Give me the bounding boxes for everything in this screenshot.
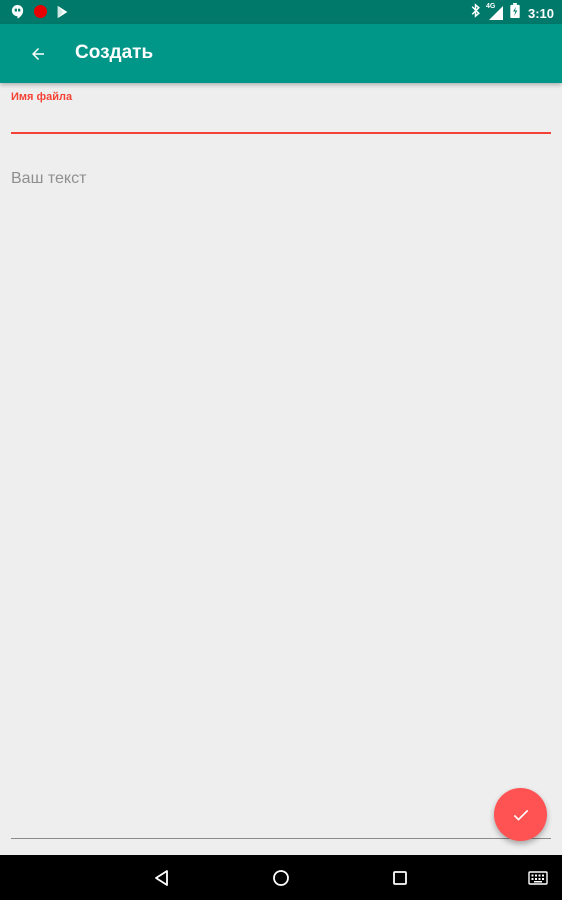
check-icon	[513, 809, 528, 821]
page-title: Создать	[75, 42, 154, 63]
nav-back-button[interactable]	[151, 867, 173, 889]
back-button[interactable]	[24, 40, 52, 68]
back-triangle-icon	[155, 870, 168, 886]
signal-icon: 4G	[485, 3, 504, 21]
app-bar: Создать	[0, 24, 562, 83]
bluetooth-icon	[470, 3, 482, 23]
status-system: 4G 3:10	[470, 3, 554, 23]
nav-keyboard-button[interactable]	[527, 867, 549, 889]
navigation-bar	[0, 855, 562, 900]
hangouts-icon	[10, 4, 25, 24]
battery-icon	[510, 3, 520, 23]
status-notifications	[10, 4, 70, 24]
play-store-icon	[56, 5, 70, 24]
network-type-label: 4G	[485, 3, 496, 10]
filename-input[interactable]	[11, 106, 551, 134]
home-circle-icon	[273, 870, 289, 886]
arrow-left-icon	[32, 48, 44, 60]
status-bar: 4G 3:10	[0, 0, 562, 24]
nav-home-button[interactable]	[270, 867, 292, 889]
text-body-input[interactable]	[11, 168, 551, 839]
status-time: 3:10	[527, 5, 554, 21]
save-fab-button[interactable]	[494, 788, 547, 841]
filename-label: Имя файла	[11, 91, 73, 103]
nav-recents-button[interactable]	[389, 867, 411, 889]
recents-square-icon	[393, 871, 407, 885]
record-icon	[33, 4, 48, 24]
keyboard-icon	[528, 871, 548, 885]
